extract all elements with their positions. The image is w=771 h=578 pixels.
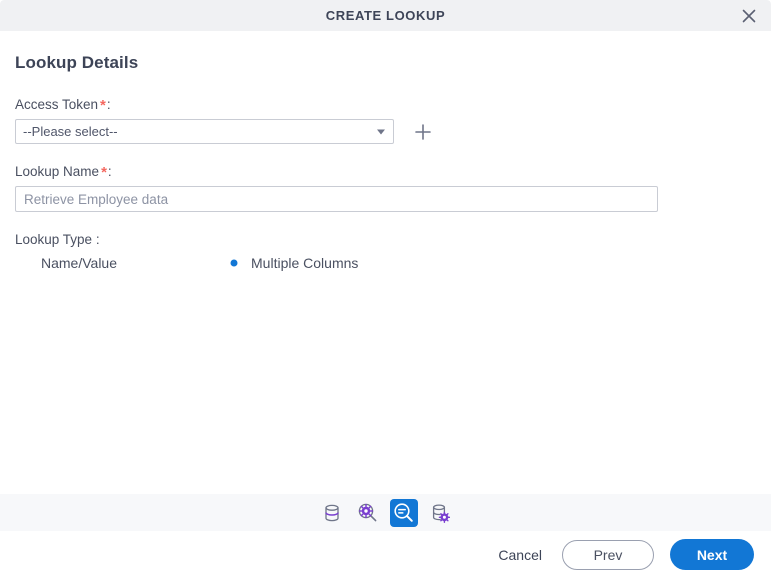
- access-token-label: Access Token *:: [15, 97, 756, 114]
- access-token-select-wrap: --Please select--: [15, 119, 394, 144]
- lookup-name-input[interactable]: [15, 186, 658, 212]
- lookup-name-label: Lookup Name *:: [15, 164, 756, 181]
- close-icon[interactable]: [737, 4, 761, 28]
- search-settings-icon[interactable]: [354, 499, 382, 527]
- next-button[interactable]: Next: [670, 539, 754, 570]
- lookup-type-radio-group: Name/Value Multiple Columns: [15, 254, 756, 271]
- dialog-body: Lookup Details Access Token *: --Please s…: [0, 31, 771, 494]
- access-token-colon: :: [106, 97, 111, 112]
- radio-label-multiple-columns: Multiple Columns: [251, 254, 359, 271]
- radio-option-multiple-columns[interactable]: Multiple Columns: [225, 254, 358, 271]
- access-token-select[interactable]: --Please select--: [15, 119, 394, 144]
- step-icon-toolbar: [0, 494, 771, 531]
- required-asterisk: *: [101, 164, 107, 181]
- database-icon[interactable]: [318, 499, 346, 527]
- lookup-name-field-group: Lookup Name *:: [15, 165, 756, 212]
- lookup-type-label: Lookup Type :: [15, 232, 100, 247]
- radio-icon-checked: [225, 254, 243, 271]
- radio-label-name-value: Name/Value: [41, 254, 118, 271]
- access-token-row: --Please select--: [15, 119, 756, 144]
- access-token-field-group: Access Token *: --Please select--: [15, 98, 756, 144]
- dialog-footer: Cancel Prev Next: [0, 531, 771, 578]
- lookup-search-icon[interactable]: [389, 498, 418, 527]
- required-asterisk: *: [100, 97, 106, 114]
- lookup-type-field-group: Lookup Type : Name/Value Multiple Column…: [15, 233, 756, 271]
- database-settings-icon[interactable]: [426, 499, 454, 527]
- prev-button[interactable]: Prev: [562, 539, 654, 570]
- access-token-label-text: Access Token: [15, 97, 99, 112]
- lookup-name-label-text: Lookup Name: [15, 164, 100, 179]
- dialog-titlebar: CREATE LOOKUP: [0, 0, 771, 31]
- section-title: Lookup Details: [15, 53, 139, 72]
- add-access-token-button[interactable]: [413, 122, 433, 142]
- create-lookup-dialog: CREATE LOOKUP Lookup Details Access Toke…: [0, 0, 771, 578]
- dialog-title: CREATE LOOKUP: [325, 8, 446, 23]
- radio-icon-unchecked: [15, 254, 32, 271]
- cancel-button[interactable]: Cancel: [494, 541, 546, 569]
- lookup-name-colon: :: [107, 164, 112, 179]
- radio-option-name-value[interactable]: Name/Value: [15, 254, 117, 271]
